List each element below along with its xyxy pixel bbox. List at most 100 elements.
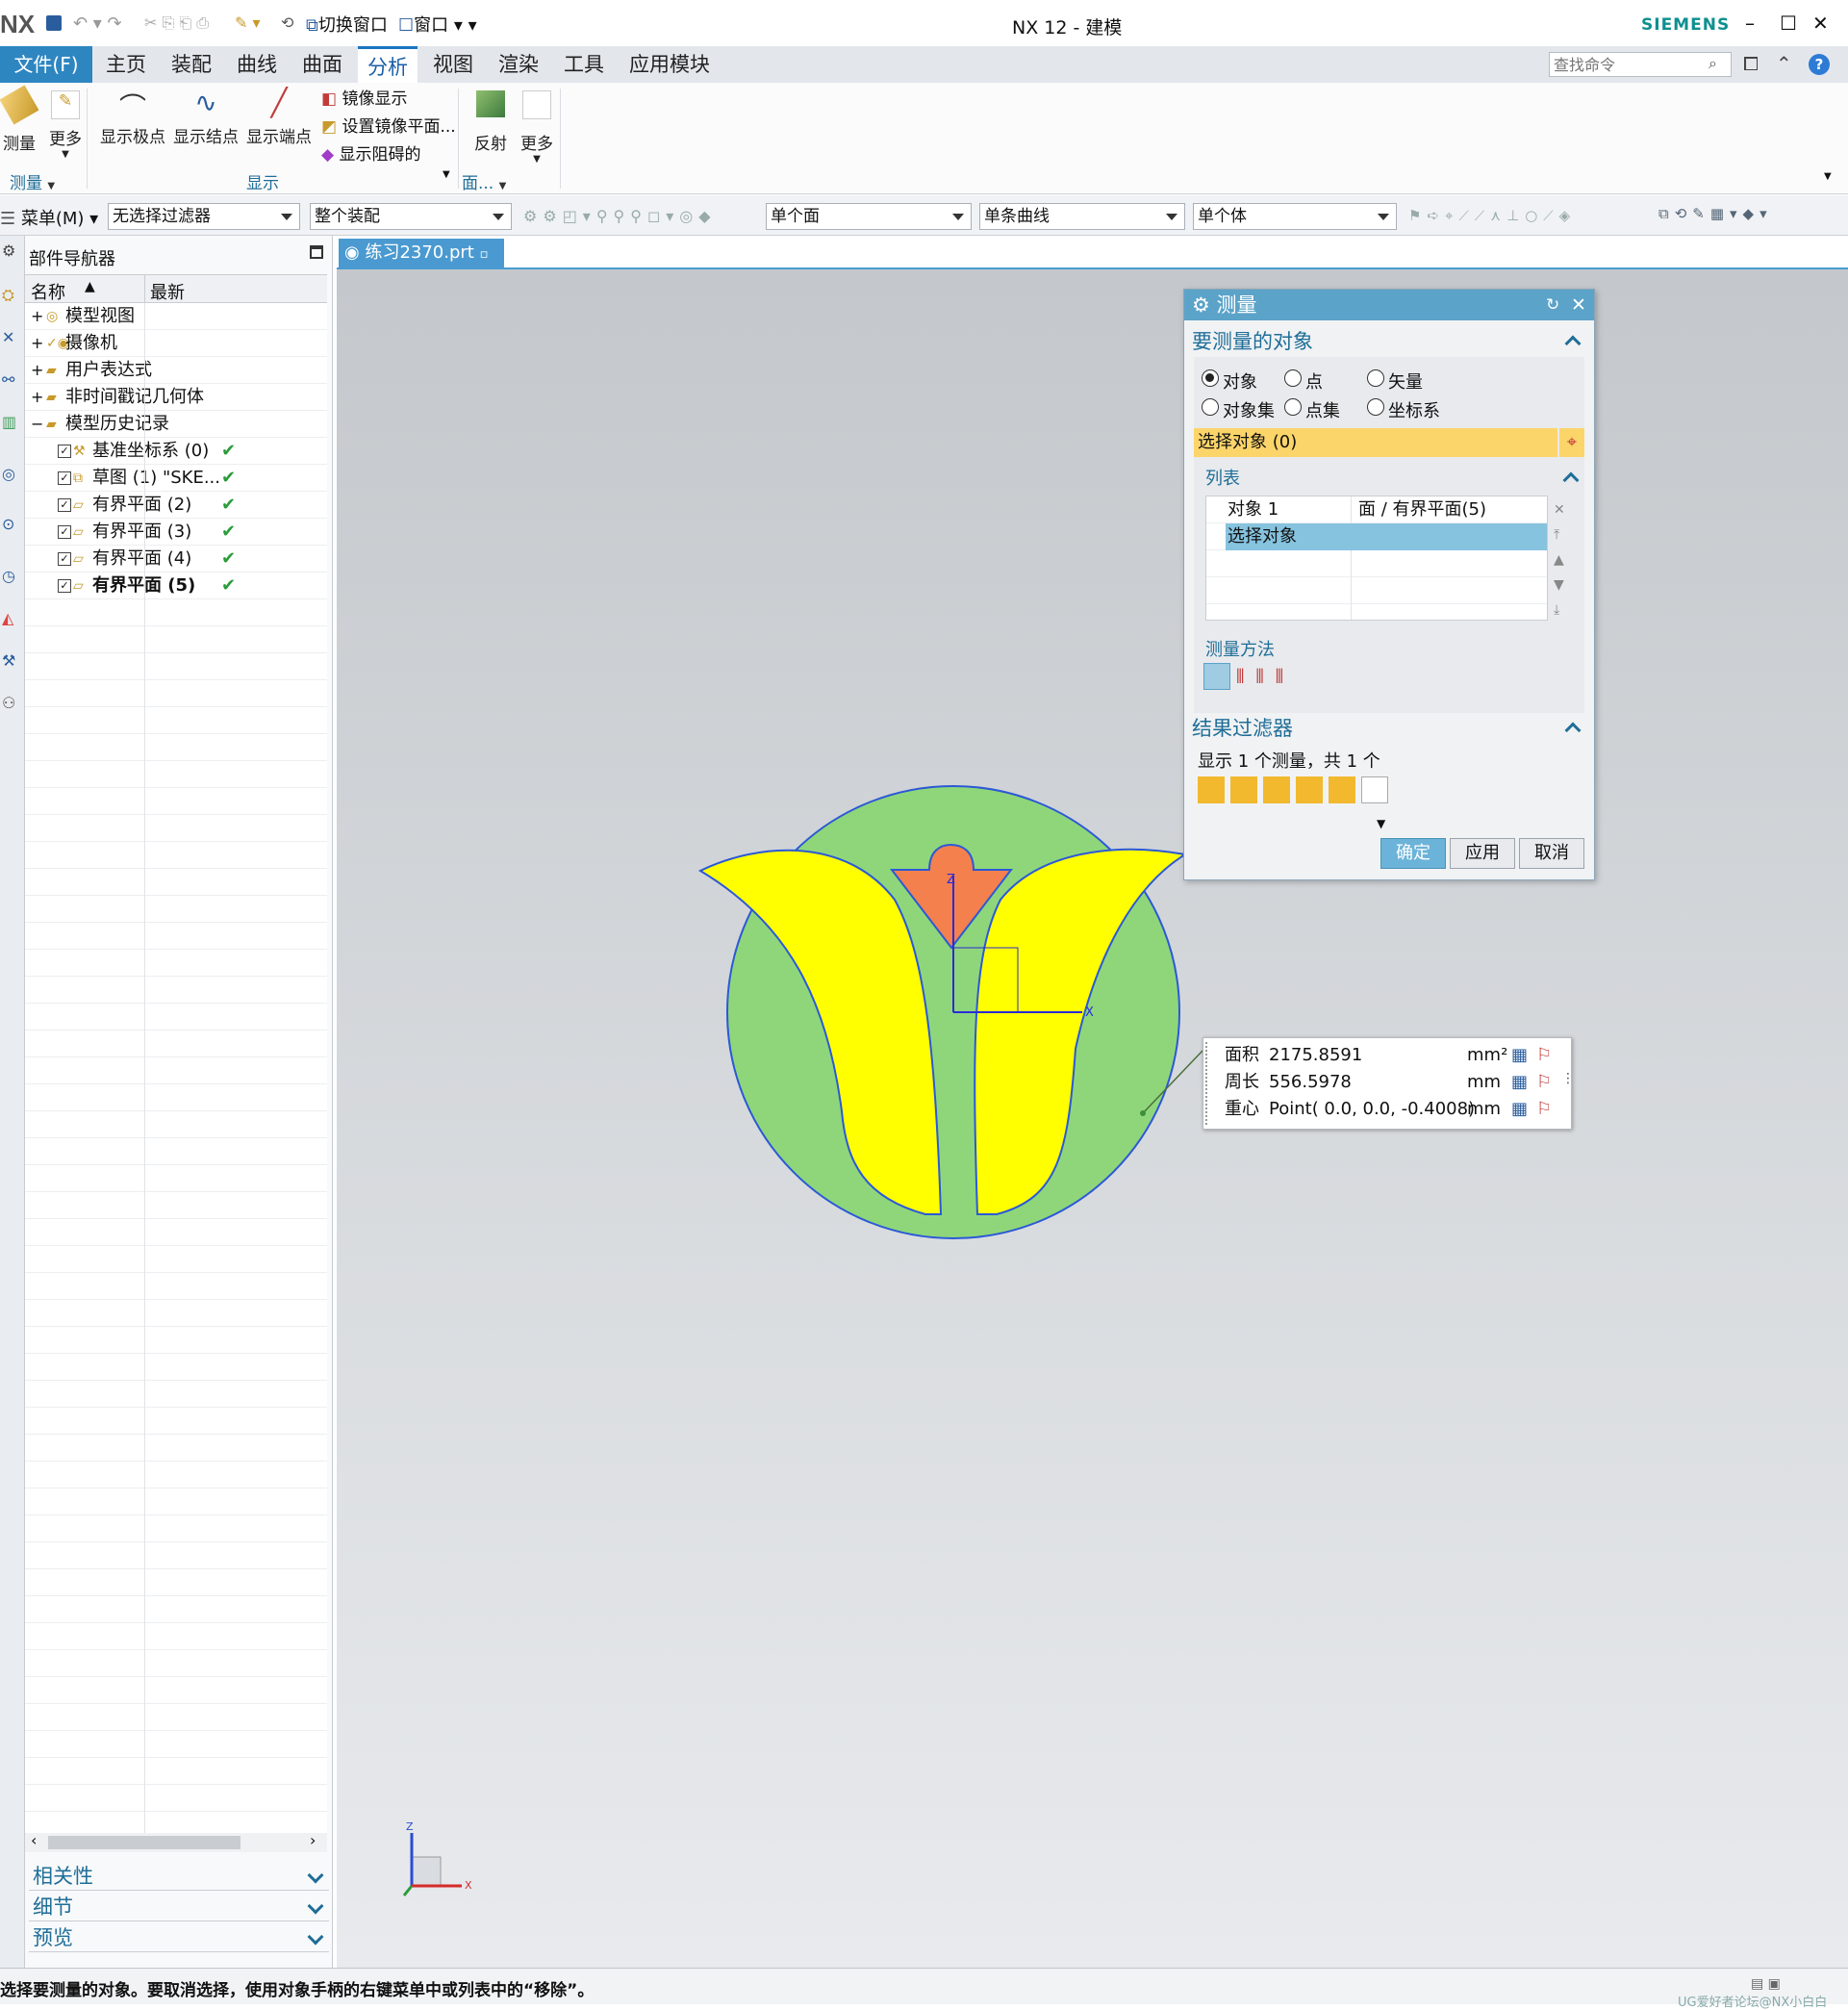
calculator-icon[interactable]: ▦ (1511, 1069, 1528, 1096)
angle-filter-icon[interactable] (1230, 776, 1257, 803)
web-browser-icon[interactable]: ◎ (2, 465, 15, 483)
show-blocked-button[interactable]: ◆ 显示阻碍的 (321, 140, 420, 165)
dialog-titlebar[interactable]: ⚙ 测量 ↻ ✕ (1184, 290, 1594, 320)
more-display-button[interactable]: 更多 ▼ (516, 87, 558, 165)
expand-icon[interactable]: + (31, 357, 43, 384)
method-options-icons[interactable]: ⫴⫴⫴ (1236, 665, 1295, 688)
group-face-label[interactable]: 面... ▼ (462, 169, 506, 193)
body-rule-dropdown[interactable]: 单个体 (1193, 203, 1397, 230)
reflect-button[interactable]: 反射 (466, 87, 516, 154)
window-menu-button[interactable]: ☐窗口 ▾ ▾ (398, 12, 477, 37)
set-mirror-plane-button[interactable]: ◩ 设置镜像平面... (321, 113, 456, 137)
ok-button[interactable]: 确定 (1380, 838, 1446, 869)
part-navigator-icon[interactable]: ⚯ (2, 370, 14, 389)
system-material-icon[interactable]: ◭ (2, 609, 13, 627)
search-icon[interactable]: ⌕ (1709, 54, 1717, 73)
face-rule-dropdown[interactable]: 单个面 (766, 203, 972, 230)
tree-item[interactable]: − ▰ 模型历史记录 (25, 411, 327, 438)
tree-item[interactable]: + ▰ 用户表达式 (25, 357, 327, 384)
help-icon[interactable]: ? (1809, 54, 1830, 75)
ribbon-collapse-icon[interactable]: ⌃ (1776, 52, 1792, 75)
checkbox-icon[interactable]: ✓ (58, 579, 71, 593)
scrollbar-thumb[interactable] (48, 1836, 240, 1849)
process-studio-icon[interactable]: ⚒ (2, 651, 15, 670)
column-name[interactable]: 名称 (31, 279, 65, 304)
mirror-display-button[interactable]: ◧ 镜像显示 (321, 85, 407, 109)
tree-item[interactable]: + ◎ 模型视图 (25, 303, 327, 330)
maximize-panel-icon[interactable] (310, 245, 323, 259)
radio-object-set[interactable] (1202, 398, 1219, 416)
rotate-icon[interactable]: ⟲ (281, 13, 293, 32)
type-filter-dropdown[interactable]: 无选择过滤器 (108, 203, 300, 230)
switch-window-button[interactable]: ⧉切换窗口 (306, 12, 388, 37)
radio-csys[interactable] (1367, 398, 1384, 416)
arc-filter-icon[interactable] (1263, 776, 1290, 803)
more-measure-button[interactable]: ✎ 更多 ▼ (44, 87, 87, 160)
flag-icon[interactable]: ⚐ (1536, 1069, 1552, 1096)
tree-item[interactable]: + ▰ 非时间戳记几何体 (25, 384, 327, 411)
tab-render[interactable]: 渲染 (489, 46, 548, 83)
selection-tool-icons[interactable]: ⚙⚙◰▾⚲⚲⚲◻▾◎◆ (523, 207, 717, 225)
measure-button[interactable]: 测量 (0, 85, 39, 154)
show-knots-button[interactable]: ∿ 显示结点 (169, 87, 242, 147)
snap-point-icons[interactable]: ⚑➪⌖⟋⟋⋏⊥○⟋◈ (1408, 207, 1576, 224)
centroid-row[interactable]: 重心 Point( 0.0, 0.0, -0.4008) mm ▦ ⚐ (1223, 1096, 1559, 1123)
perimeter-row[interactable]: 周长 556.5978 mm ▦ ⚐ (1223, 1069, 1559, 1096)
expand-icon[interactable]: + (31, 330, 43, 357)
radio-point-set[interactable] (1284, 398, 1302, 416)
maximize-button[interactable]: ☐ (1780, 12, 1797, 35)
list-row[interactable]: 对象 1 面 / 有界平面(5) (1206, 496, 1547, 523)
custom-filter-icon[interactable] (1361, 776, 1388, 803)
radio-object[interactable] (1202, 369, 1219, 387)
preview-section[interactable]: 预览 (29, 1923, 329, 1952)
minimize-button[interactable]: – (1745, 12, 1755, 35)
close-dialog-icon[interactable]: ✕ (1571, 290, 1586, 320)
details-section[interactable]: 细节 (29, 1893, 329, 1921)
tree-item[interactable]: ✓ ▱ 有界平面 (4) ✔ (25, 546, 327, 572)
fullscreen-icon[interactable]: ⧠ (1743, 52, 1759, 75)
view-tool-icons[interactable]: ⧉⟲✎▦▾◆▾ (1658, 205, 1773, 222)
checkbox-icon[interactable]: ✓ (58, 525, 71, 539)
tree-item[interactable]: + ✓◉ 摄像机 (25, 330, 327, 357)
column-latest[interactable]: 最新 (150, 279, 185, 304)
flag-icon[interactable]: ⚐ (1536, 1042, 1552, 1069)
scroll-left-icon[interactable]: ‹ (31, 1831, 37, 1849)
tab-curve[interactable]: 曲线 (227, 46, 287, 83)
assembly-navigator-icon[interactable]: ⛭ (2, 286, 14, 305)
checkbox-icon[interactable]: ✓ (58, 498, 71, 512)
tree-item[interactable]: ✓ ⚒ 基准坐标系 (0) ✔ (25, 438, 327, 465)
tab-analysis[interactable]: 分析 (358, 46, 418, 83)
tab-assembly[interactable]: 装配 (162, 46, 221, 83)
document-tab[interactable]: ◉ 练习2370.prt ▫ ✕ (339, 239, 504, 293)
tab-home[interactable]: 主页 (96, 46, 156, 83)
undo-icon[interactable]: ↶ ▾ ↷ (73, 13, 122, 34)
more-options-icon[interactable]: ⋮ (1561, 1071, 1575, 1086)
result-filter-heading[interactable]: 结果过滤器 (1192, 713, 1586, 742)
graphics-window[interactable]: X Z Z X (337, 269, 1848, 1968)
scope-dropdown[interactable]: 整个装配 (310, 203, 512, 230)
show-ends-button[interactable]: ╱ 显示端点 (242, 87, 316, 147)
group-display-dropdown[interactable]: ▼ (443, 169, 450, 180)
objects-to-measure-heading[interactable]: 要测量的对象 (1192, 326, 1586, 355)
tree-item[interactable]: ✓ ▱ 有界平面 (3) ✔ (25, 519, 327, 546)
volume-filter-icon[interactable] (1329, 776, 1355, 803)
clock-icon[interactable]: ◷ (2, 567, 15, 585)
list-row-selected[interactable]: 选择对象 (1226, 523, 1547, 550)
menu-button[interactable]: ☰ 菜单(M) ▾ (0, 205, 98, 230)
reset-icon[interactable]: ↻ (1546, 290, 1559, 320)
roles-icon[interactable]: ⚇ (2, 694, 15, 712)
group-measure-label[interactable]: 测量 ▼ (10, 169, 55, 193)
area-filter-icon[interactable] (1296, 776, 1323, 803)
expand-icon[interactable]: + (31, 384, 43, 411)
measure-quick-icon[interactable]: ✎ ▾ (235, 13, 261, 32)
radio-vector[interactable] (1367, 369, 1384, 387)
method-default-icon[interactable] (1203, 663, 1230, 690)
distance-filter-icon[interactable] (1198, 776, 1225, 803)
radio-point[interactable] (1284, 369, 1302, 387)
tab-applications[interactable]: 应用模块 (620, 46, 720, 83)
layout-icon[interactable]: ▤ ▣ (1751, 1976, 1781, 1992)
tab-surface[interactable]: 曲面 (292, 46, 352, 83)
show-poles-button[interactable]: ⌒ 显示极点 (96, 87, 169, 147)
flag-icon[interactable]: ⚐ (1536, 1096, 1552, 1123)
list-tool-icons[interactable]: ✕ ⤒ ▲ ▼ ⤓ (1554, 497, 1565, 623)
